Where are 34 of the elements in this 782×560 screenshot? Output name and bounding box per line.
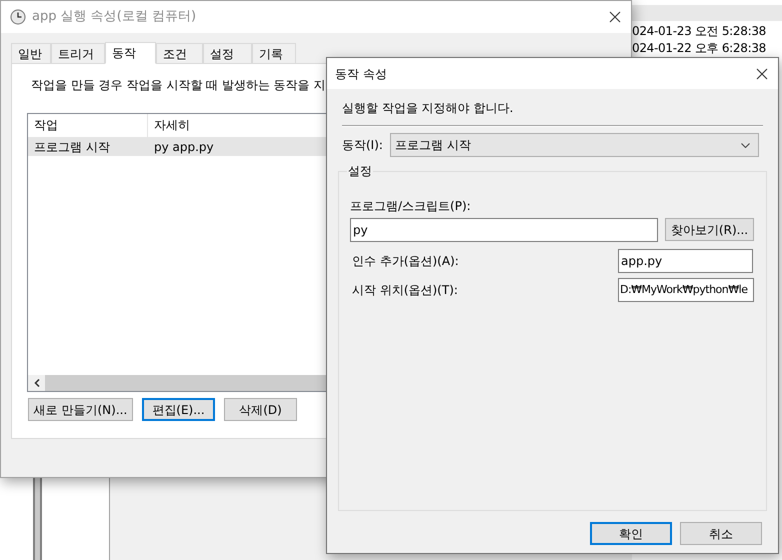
tab[interactable]: 동작 <box>105 42 156 64</box>
tab[interactable]: 트리거 <box>51 43 105 63</box>
tab[interactable]: 기록 <box>252 43 296 63</box>
chevron-down-icon <box>741 142 750 148</box>
close-icon[interactable] <box>756 68 768 80</box>
date-cell-text: 024-01-23 오전 5:28:38 <box>632 23 767 40</box>
program-label: 프로그램/스크립트(P): <box>350 198 472 213</box>
tab[interactable]: 조건 <box>156 43 203 63</box>
instruction-text: 실행할 작업을 지정해야 합니다. <box>342 100 514 115</box>
description-text: 작업을 만들 경우 작업을 시작할 때 발생하는 동작을 지 <box>31 77 327 92</box>
dialog-button[interactable]: 취소 <box>680 522 762 545</box>
start-in-field[interactable]: D:₩MyWork₩python₩le <box>618 278 754 302</box>
date-cell-text: 024-01-22 오후 6:28:38 <box>632 40 767 57</box>
table-cell-text: py app.py <box>153 138 215 156</box>
tab[interactable]: 설정 <box>203 43 252 63</box>
arguments-label: 인수 추가(옵션)(A): <box>352 253 460 270</box>
action-label: 동작(I): <box>342 137 384 154</box>
browse-button[interactable]: 찾아보기(R)... <box>665 218 754 241</box>
action-button[interactable]: 삭제(D) <box>224 398 297 421</box>
dialog-title: 동작 속성 <box>335 66 387 82</box>
arguments-field[interactable]: app.py <box>618 249 753 273</box>
window-title: app 실행 속성(로컬 컴퓨터) <box>32 8 196 26</box>
group-title: 설정 <box>347 163 373 179</box>
tab[interactable]: 일반 <box>11 43 51 63</box>
action-dropdown[interactable]: 프로그램 시작 <box>390 133 759 157</box>
action-button[interactable]: 새로 만들기(N)... <box>28 398 133 421</box>
clock-icon <box>10 9 26 25</box>
splitter-bar[interactable] <box>33 478 42 560</box>
dialog-button[interactable]: 확인 <box>590 522 672 545</box>
close-icon[interactable] <box>609 11 621 23</box>
start-in-label: 시작 위치(옵션)(T): <box>352 282 459 299</box>
program-field[interactable]: py <box>350 218 658 242</box>
action-button[interactable]: 편집(E)... <box>142 398 215 421</box>
table-cell-text: 프로그램 시작 <box>33 138 111 156</box>
